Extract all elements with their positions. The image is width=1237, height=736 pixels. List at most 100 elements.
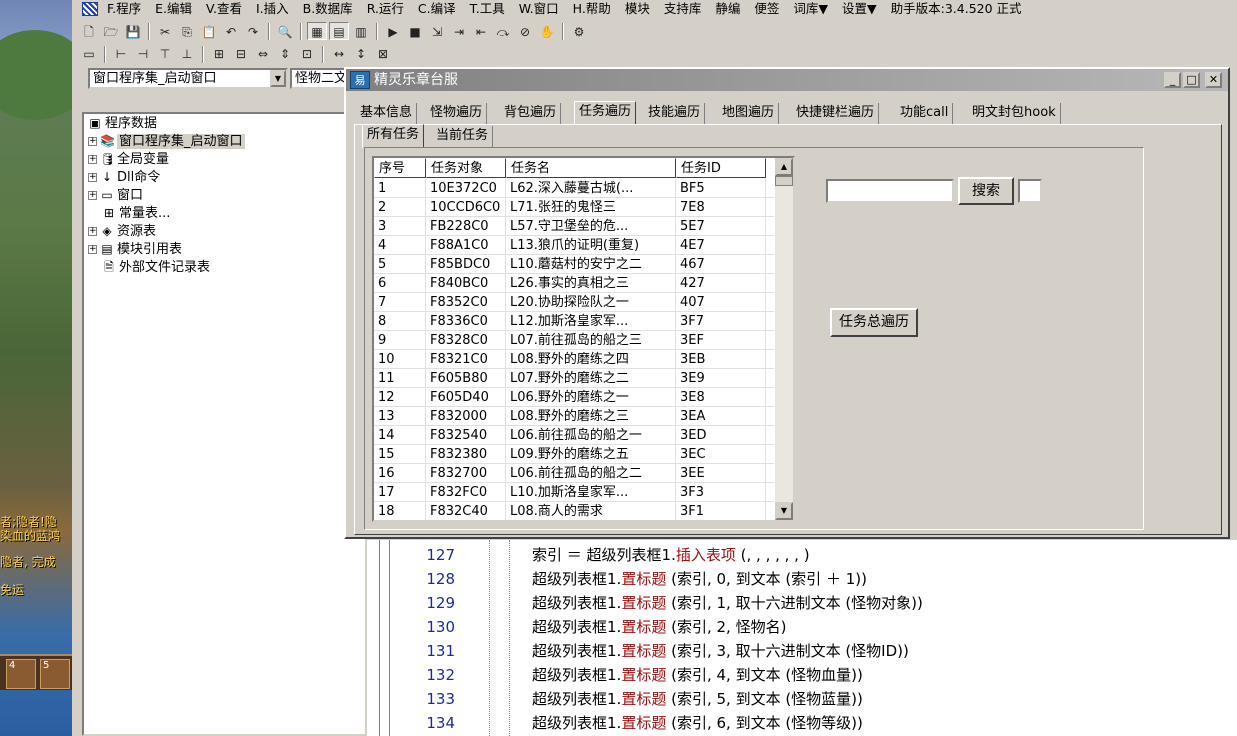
- menu-item[interactable]: 便签: [747, 0, 786, 17]
- column-header[interactable]: 序号: [374, 158, 426, 178]
- open-folder-icon[interactable]: 🗁: [101, 23, 121, 41]
- column-header[interactable]: 任务名: [506, 158, 676, 178]
- tab[interactable]: 背包遍历: [500, 103, 562, 125]
- scroll-down-icon[interactable]: ▼: [775, 502, 793, 520]
- table-row[interactable]: 14 F832540 L06.前往孤岛的船之一 3ED: [374, 426, 774, 445]
- step-in-icon[interactable]: ⇥: [449, 23, 469, 41]
- same-height-icon[interactable]: ⇕: [275, 45, 295, 63]
- task-list[interactable]: 序号 任务对象 任务名 任务ID 1 10E372C0 L62.深入藤蔓古城(... BF5…: [372, 156, 795, 522]
- sub-tab[interactable]: 当前任务: [432, 126, 494, 148]
- menu-item[interactable]: H.帮助: [566, 0, 618, 17]
- table-row[interactable]: 9 F8328C0 L07.前往孤岛的船之三 3EF: [374, 331, 774, 350]
- expand-icon[interactable]: +: [88, 245, 97, 254]
- menu-item[interactable]: 词库▼: [786, 0, 835, 17]
- code-line[interactable]: 超级列表框1.置标题 (索引, 0, 到文本 (索引 ＋ 1)): [532, 567, 867, 591]
- tab[interactable]: 明文封包hook: [968, 103, 1061, 125]
- tree-item-window[interactable]: + ▭ 窗口: [88, 186, 143, 204]
- table-row[interactable]: 7 F8352C0 L20.协助探险队之一 407: [374, 293, 774, 312]
- search-option-input[interactable]: [1018, 179, 1042, 203]
- center-h-icon[interactable]: ⊞: [209, 45, 229, 63]
- menu-item[interactable]: 模块: [618, 0, 657, 17]
- expand-icon[interactable]: +: [88, 191, 97, 200]
- tree-item-program-set[interactable]: + 📚 窗口程序集_启动窗口: [88, 132, 245, 150]
- menu-item[interactable]: 静编: [708, 0, 747, 17]
- expand-icon[interactable]: +: [88, 137, 97, 146]
- scroll-thumb[interactable]: [775, 176, 793, 186]
- tab[interactable]: 任务遍历: [574, 101, 637, 125]
- menu-item[interactable]: W.窗口: [512, 0, 566, 17]
- dialog-titlebar[interactable]: 易 精灵乐章台服 _ □ ✕: [346, 69, 1228, 91]
- tree-item-external-files[interactable]: 🗎 外部文件记录表: [102, 258, 210, 276]
- code-line[interactable]: 索引 ＝ 超级列表框1.插入表项 (, , , , , , ): [532, 543, 810, 567]
- code-editor[interactable]: 127 索引 ＝ 超级列表框1.插入表项 (, , , , , , ) 128 超级列…: [367, 540, 1237, 736]
- game-skill-slot[interactable]: 5: [40, 659, 70, 689]
- code-line[interactable]: 超级列表框1.置标题 (索引, 6, 到文本 (怪物等级)): [532, 711, 863, 735]
- tab[interactable]: 基本信息: [356, 103, 418, 125]
- menu-item[interactable]: I.插入: [249, 0, 296, 17]
- menu-item[interactable]: E.编辑: [148, 0, 199, 17]
- menu-item[interactable]: V.查看: [199, 0, 249, 17]
- task-list-scrollbar[interactable]: ▲ ▼: [775, 158, 793, 520]
- code-line[interactable]: 超级列表框1.置标题 (索引, 2, 怪物名): [532, 615, 786, 639]
- find-icon[interactable]: 🔍: [275, 23, 295, 41]
- tab[interactable]: 技能遍历: [644, 103, 706, 125]
- align-left-icon[interactable]: ⊢: [111, 45, 131, 63]
- menu-item[interactable]: R.运行: [360, 0, 411, 17]
- minimize-icon[interactable]: _: [1164, 72, 1181, 88]
- scroll-up-icon[interactable]: ▲: [775, 158, 793, 176]
- menu-item[interactable]: B.数据库: [296, 0, 360, 17]
- code-line[interactable]: 超级列表框1.置标题 (索引, 1, 取十六进制文本 (怪物对象)): [532, 591, 923, 615]
- sub-tab[interactable]: 所有任务: [362, 124, 425, 148]
- code-line[interactable]: 超级列表框1.置标题 (索引, 3, 取十六进制文本 (怪物ID)): [532, 639, 909, 663]
- column-header[interactable]: 任务对象: [426, 158, 506, 178]
- cut-icon[interactable]: ✂: [155, 23, 175, 41]
- tree-item-dll-commands[interactable]: + ↓ Dll命令: [88, 168, 160, 186]
- chevron-down-icon[interactable]: ▼: [270, 70, 286, 87]
- paste-icon[interactable]: 📋: [199, 23, 219, 41]
- table-row[interactable]: 3 FB228C0 L57.守卫堡垒的危... 5E7: [374, 217, 774, 236]
- search-input[interactable]: [826, 179, 954, 203]
- table-row[interactable]: 10 F8321C0 L08.野外的磨练之四 3EB: [374, 350, 774, 369]
- tree-item-constants[interactable]: ⊞ 常量表...: [102, 204, 170, 222]
- space-h-icon[interactable]: ↔: [329, 45, 349, 63]
- table-row[interactable]: 8 F8336C0 L12.加斯洛皇家军... 3F7: [374, 312, 774, 331]
- table-row[interactable]: 15 F832380 L09.野外的磨练之五 3EC: [374, 445, 774, 464]
- menu-item[interactable]: 助手版本:3.4.520 正式: [884, 0, 1029, 17]
- menu-item[interactable]: F.程序: [100, 0, 148, 17]
- tree-item-resources[interactable]: + ◈ 资源表: [88, 222, 156, 240]
- step-out-icon[interactable]: ⇤: [471, 23, 491, 41]
- table-row[interactable]: 1 10E372C0 L62.深入藤蔓古城(... BF5: [374, 179, 774, 198]
- menu-item[interactable]: C.编译: [411, 0, 463, 17]
- same-width-icon[interactable]: ⇔: [253, 45, 273, 63]
- tree-item-global-vars[interactable]: + 🛢 全局变量: [88, 150, 169, 168]
- align-icon[interactable]: ▭: [79, 45, 99, 63]
- table-row[interactable]: 6 F840BC0 L26.事实的真相之三 427: [374, 274, 774, 293]
- menu-item[interactable]: T.工具: [463, 0, 512, 17]
- game-skill-slot[interactable]: 4: [6, 659, 36, 689]
- code-view-icon[interactable]: ▤: [329, 22, 349, 40]
- align-bottom-icon[interactable]: ⊥: [177, 45, 197, 63]
- code-line[interactable]: 超级列表框1.置标题 (索引, 4, 到文本 (怪物血量)): [532, 663, 863, 687]
- align-top-icon[interactable]: ⊤: [155, 45, 175, 63]
- table-row[interactable]: 12 F605D40 L06.野外的磨练之一 3E8: [374, 388, 774, 407]
- step-over-icon[interactable]: ⤼: [493, 23, 513, 41]
- grid-icon[interactable]: ⊠: [373, 45, 393, 63]
- new-file-icon[interactable]: 🗋: [79, 23, 99, 41]
- menu-item[interactable]: 支持库: [657, 0, 709, 17]
- code-line[interactable]: 超级列表框1.置标题 (索引, 5, 到文本 (怪物蓝量)): [532, 687, 863, 711]
- subroutine-combo[interactable]: 怪物二文: [290, 68, 350, 89]
- program-set-combo[interactable]: 窗口程序集_启动窗口 ▼: [88, 68, 288, 89]
- run-icon[interactable]: ▶: [383, 23, 403, 41]
- close-icon[interactable]: ✕: [1205, 72, 1222, 88]
- table-row[interactable]: 13 F832000 L08.野外的磨练之三 3EA: [374, 407, 774, 426]
- column-header[interactable]: 任务ID: [676, 158, 766, 178]
- table-row[interactable]: 18 F832C40 L08.商人的需求 3F1: [374, 502, 774, 520]
- space-v-icon[interactable]: ↕: [351, 45, 371, 63]
- tab[interactable]: 怪物遍历: [426, 103, 488, 125]
- traverse-all-tasks-button[interactable]: 任务总遍历: [830, 308, 918, 337]
- same-size-icon[interactable]: ⊡: [297, 45, 317, 63]
- redo-icon[interactable]: ↷: [243, 23, 263, 41]
- center-v-icon[interactable]: ⊟: [231, 45, 251, 63]
- tab[interactable]: 功能call: [896, 103, 954, 125]
- expand-icon[interactable]: +: [88, 155, 97, 164]
